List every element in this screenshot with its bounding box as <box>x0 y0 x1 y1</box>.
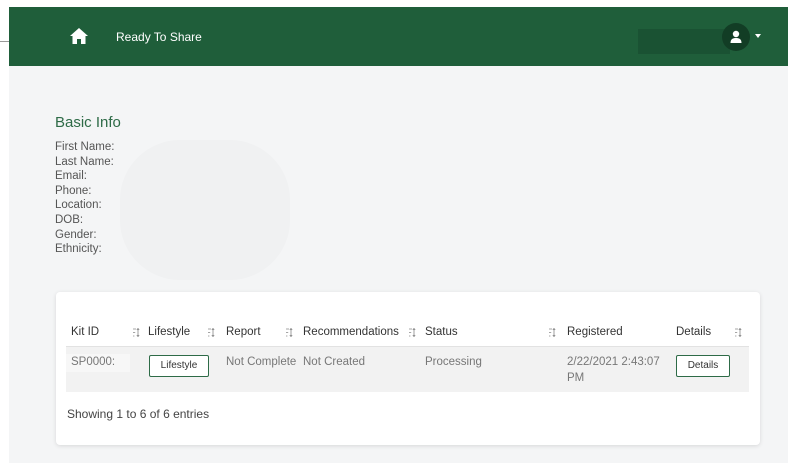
details-button[interactable]: Details <box>676 355 730 377</box>
column-header-status[interactable]: Status <box>425 325 458 339</box>
info-dob: DOB: <box>55 213 84 226</box>
column-header-lifestyle[interactable]: Lifestyle <box>148 325 190 339</box>
recommendations-status: Not Created <box>303 356 366 368</box>
kits-table-card: Kit ID Lifestyle Report Recommendations … <box>56 292 760 445</box>
processing-status: Processing <box>425 356 482 368</box>
header-search-area[interactable] <box>638 29 730 54</box>
info-last-name: Last Name: <box>55 155 114 168</box>
edge-divider <box>0 41 9 42</box>
sort-icon[interactable] <box>735 328 742 337</box>
sort-icon[interactable] <box>286 328 293 337</box>
app-title[interactable]: Ready To Share <box>116 30 202 44</box>
info-location: Location: <box>55 199 102 212</box>
kit-id: SP0000: <box>71 356 116 368</box>
registered-time-suffix: PM <box>567 372 585 384</box>
column-header-recommendations[interactable]: Recommendations <box>303 325 399 339</box>
basic-info-list: First Name: Last Name: Email: Phone: Loc… <box>55 140 114 257</box>
home-icon[interactable] <box>69 27 89 45</box>
account-avatar-button[interactable] <box>722 23 750 51</box>
lifestyle-button[interactable]: Lifestyle <box>149 355 209 377</box>
column-header-registered[interactable]: Registered <box>567 325 623 339</box>
user-icon <box>730 30 742 43</box>
table-info-text: Showing 1 to 6 of 6 entries <box>67 407 210 421</box>
info-gender: Gender: <box>55 228 97 241</box>
sort-icon[interactable] <box>409 328 416 337</box>
info-first-name: First Name: <box>55 141 115 153</box>
basic-info-title: Basic Info <box>55 114 121 131</box>
column-header-report[interactable]: Report <box>226 325 261 339</box>
chevron-down-icon[interactable] <box>755 34 761 38</box>
registered-date: 2/22/2021 2:43:07 <box>567 356 660 368</box>
sort-icon[interactable] <box>549 328 556 337</box>
column-header-details[interactable]: Details <box>676 325 711 339</box>
info-phone: Phone: <box>55 184 92 197</box>
column-header-kit-id[interactable]: Kit ID <box>71 325 99 339</box>
info-email: Email: <box>55 170 87 183</box>
background-decoration <box>120 140 290 280</box>
sort-icon[interactable] <box>133 328 140 337</box>
info-ethnicity: Ethnicity: <box>55 243 102 256</box>
report-status: Not Complete <box>226 356 297 368</box>
sort-icon[interactable] <box>208 328 215 337</box>
